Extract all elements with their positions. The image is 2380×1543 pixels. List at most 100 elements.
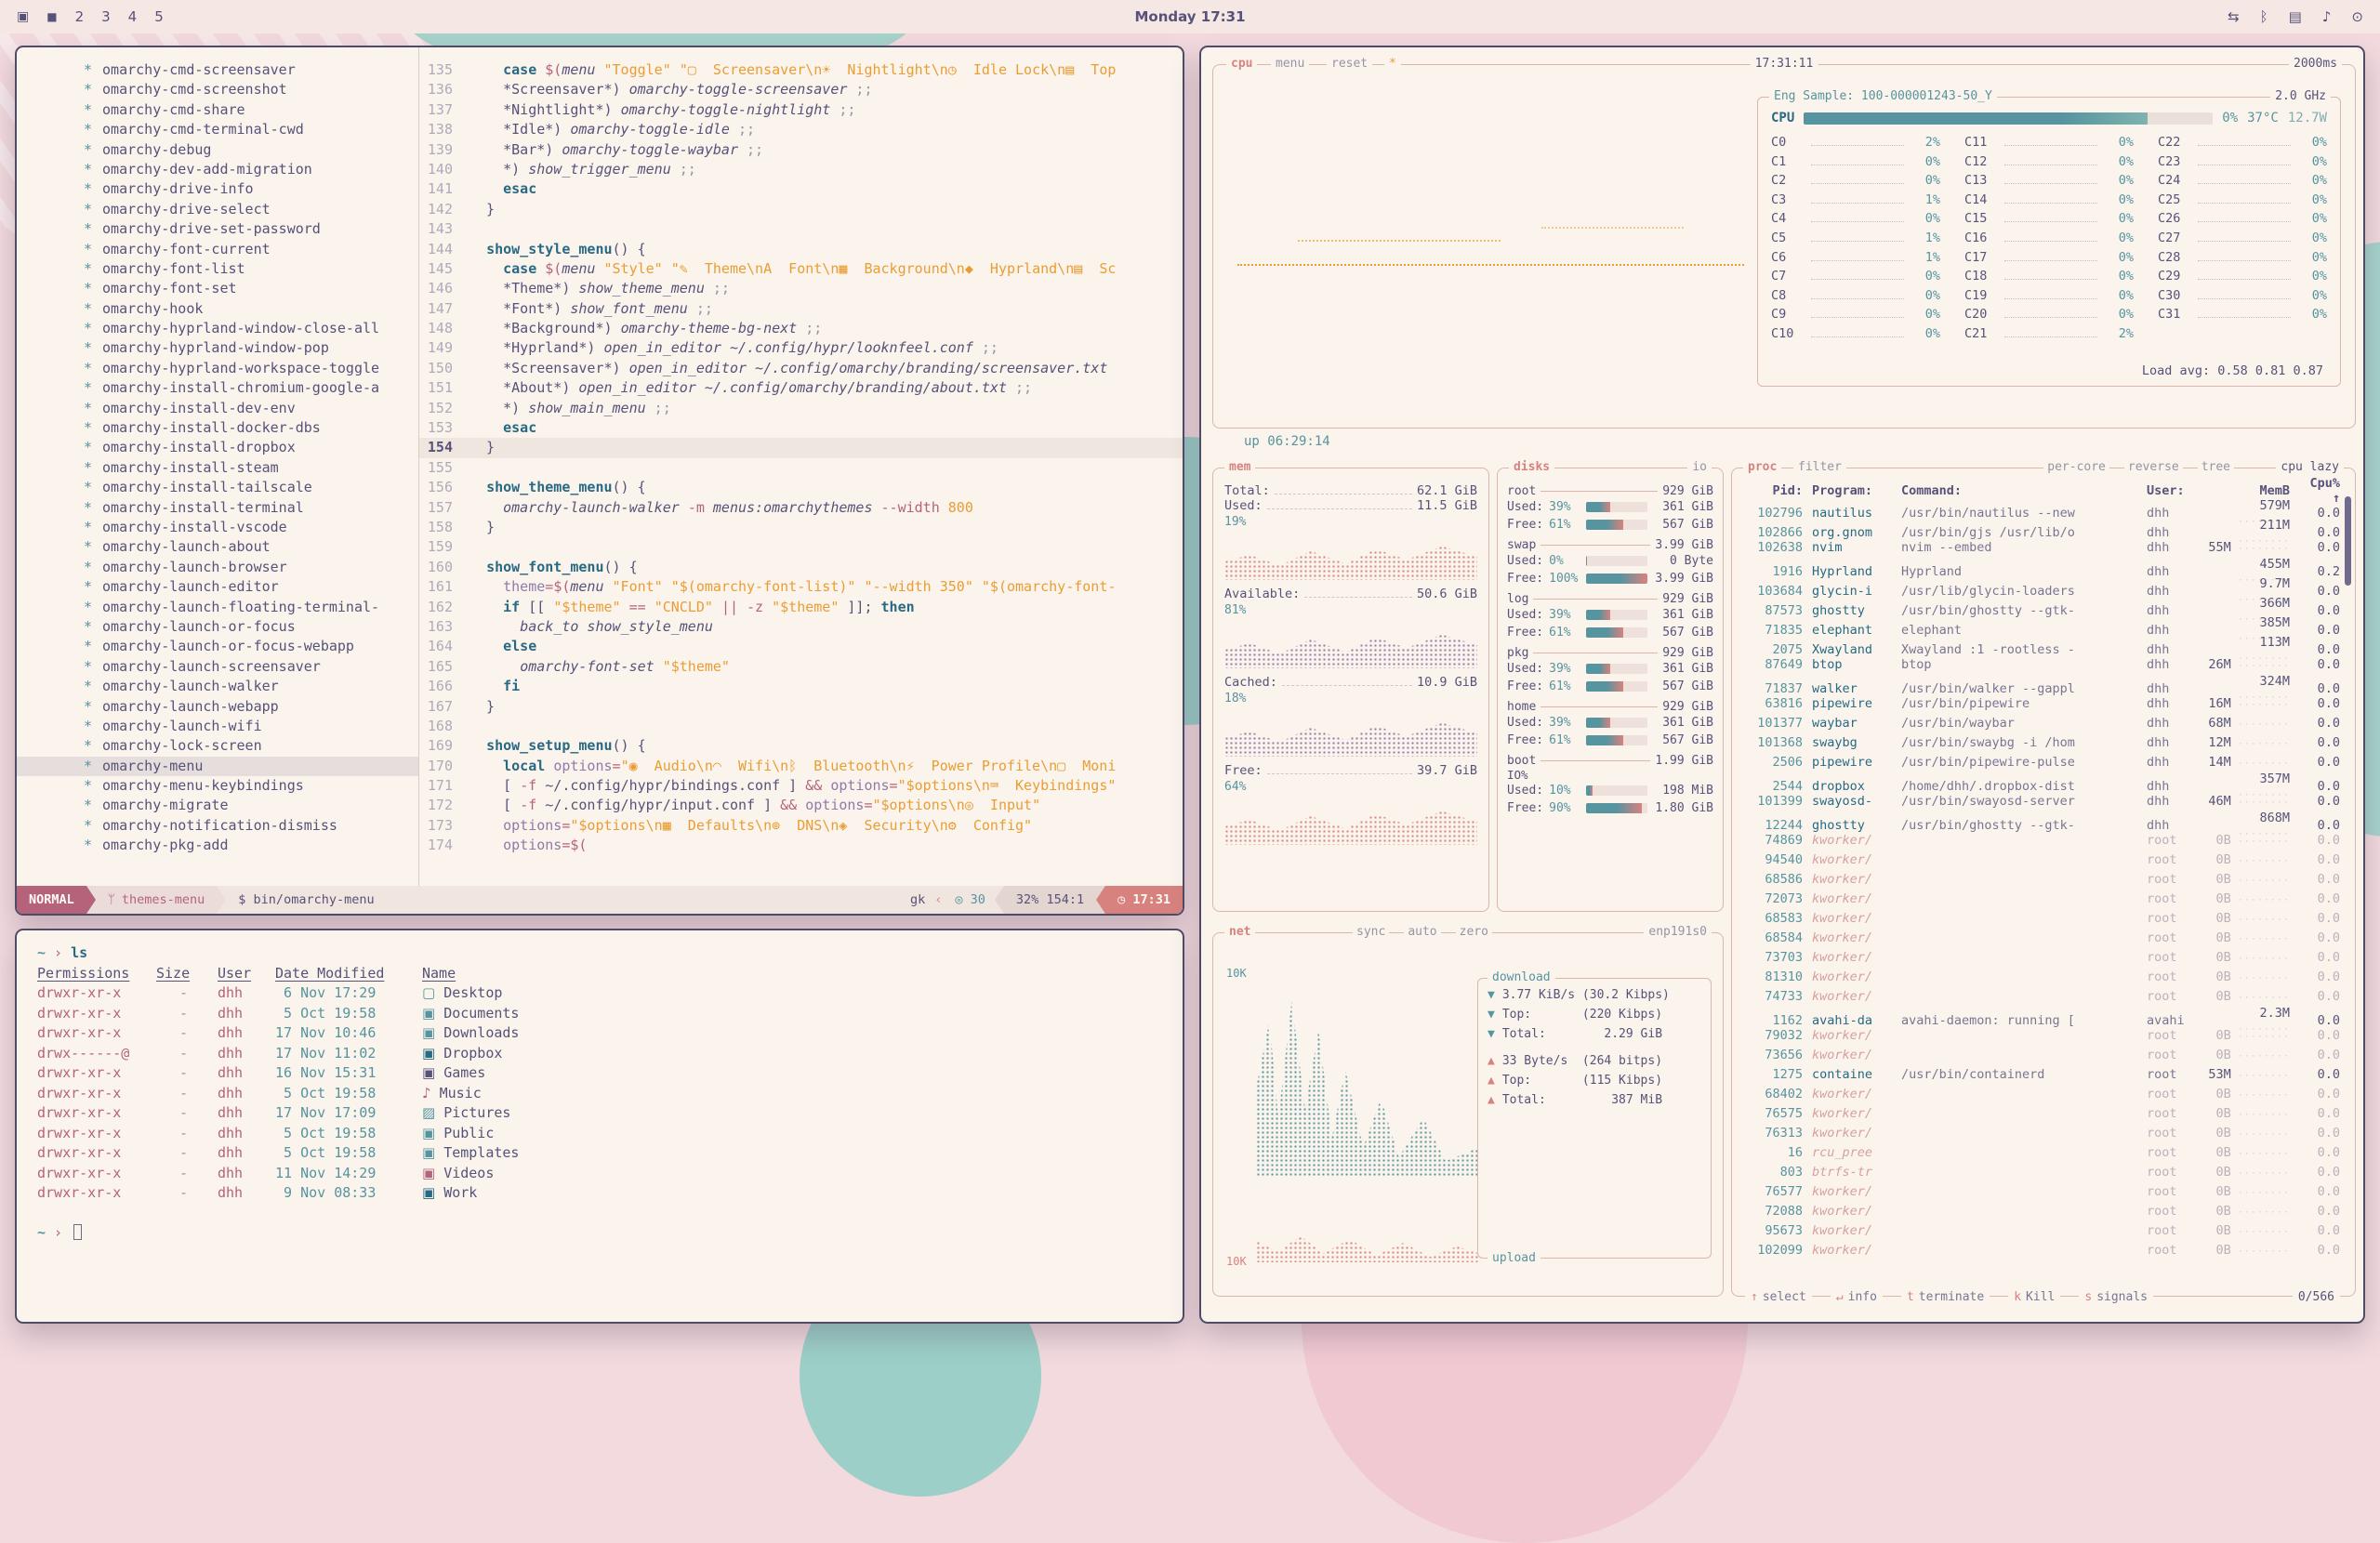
tray-icon[interactable]: ⊙ [2351, 8, 2363, 25]
sidebar-item[interactable]: *omarchy-drive-info [17, 179, 418, 199]
sidebar-item[interactable]: *omarchy-menu-keybindings [17, 776, 418, 796]
code-line[interactable]: 135 case $(menu "Toggle" "▢ Screensaver\… [419, 60, 1183, 80]
cpu-box-title[interactable]: cpu [1226, 57, 1257, 72]
proc-footer-button[interactable]: ↵info [1831, 1290, 1883, 1304]
sidebar-item[interactable]: *omarchy-launch-walker [17, 677, 418, 696]
code-line[interactable]: 171 [ -f ~/.config/hypr/bindings.conf ] … [419, 776, 1183, 796]
proc-option[interactable]: per-core [2043, 460, 2109, 474]
code-line[interactable]: 154 } [419, 438, 1183, 457]
sidebar-item[interactable]: *omarchy-pkg-add [17, 836, 418, 855]
process-row[interactable]: 73656 kworker/ root 0B 0.0 [1743, 1045, 2340, 1064]
workspace-item[interactable]: ■ [46, 10, 57, 23]
disks-box-title[interactable]: disks [1509, 460, 1554, 475]
sidebar-item[interactable]: *omarchy-launch-wifi [17, 717, 418, 736]
workspace-item[interactable]: 3 [101, 8, 111, 25]
code-line[interactable]: 162 if [[ "$theme" == "CNCLD" || -z "$th… [419, 598, 1183, 617]
code-line[interactable]: 138 *Idle*) omarchy-toggle-idle ;; [419, 120, 1183, 139]
sidebar-item[interactable]: *omarchy-menu [17, 757, 418, 776]
filter-button[interactable]: filter [1793, 460, 1846, 475]
process-row[interactable]: 76313 kworker/ root 0B 0.0 [1743, 1123, 2340, 1142]
net-box-title[interactable]: net [1224, 925, 1255, 940]
workspace-item[interactable]: 5 [154, 8, 164, 25]
process-row[interactable]: 68584 kworker/ root 0B 0.0 [1743, 928, 2340, 947]
process-row[interactable]: 72073 kworker/ root 0B 0.0 [1743, 889, 2340, 908]
process-row[interactable]: 1916 Hyprland Hyprland dhh 455M 0.2 [1743, 557, 2340, 576]
proc-option[interactable]: tree [2198, 460, 2234, 474]
process-row[interactable]: 94540 kworker/ root 0B 0.0 [1743, 850, 2340, 869]
prompt-line[interactable]: ~› [37, 1223, 1162, 1244]
process-row[interactable]: 101377 waybar /usr/bin/waybar dhh 68M 0.… [1743, 713, 2340, 732]
sidebar-item[interactable]: *omarchy-font-set [17, 279, 418, 298]
code-line[interactable]: 165 omarchy-font-set "$theme" [419, 657, 1183, 677]
process-row[interactable]: 74869 kworker/ root 0B 0.0 [1743, 830, 2340, 850]
sidebar-item[interactable]: *omarchy-launch-browser [17, 558, 418, 577]
sidebar-item[interactable]: *omarchy-launch-webapp [17, 697, 418, 717]
sidebar-item[interactable]: *omarchy-launch-or-focus-webapp [17, 637, 418, 656]
process-row[interactable]: 2075 Xwayland Xwayland :1 -rootless - dh… [1743, 635, 2340, 654]
process-row[interactable]: 1275 containe /usr/bin/containerd root 5… [1743, 1064, 2340, 1084]
code-line[interactable]: 156 show_theme_menu() { [419, 478, 1183, 497]
code-line[interactable]: 144 show_style_menu() { [419, 240, 1183, 259]
process-row[interactable]: 73703 kworker/ root 0B 0.0 [1743, 947, 2340, 967]
process-row[interactable]: 2506 pipewire /usr/bin/pipewire-pulse dh… [1743, 752, 2340, 772]
sidebar-item[interactable]: *omarchy-cmd-share [17, 100, 418, 120]
sidebar-item[interactable]: *omarchy-migrate [17, 796, 418, 815]
sidebar-item[interactable]: *omarchy-notification-dismiss [17, 816, 418, 836]
code-line[interactable]: 161 theme=$(menu "Font" "$(omarchy-font-… [419, 577, 1183, 597]
code-line[interactable]: 157 omarchy-launch-walker -m menus:omarc… [419, 498, 1183, 518]
code-line[interactable]: 137 *Nightlight*) omarchy-toggle-nightli… [419, 100, 1183, 120]
code-line[interactable]: 145 case $(menu "Style" "✎ Theme\nA Font… [419, 259, 1183, 279]
sidebar-item[interactable]: *omarchy-font-list [17, 259, 418, 279]
code-line[interactable]: 141 esac [419, 179, 1183, 199]
process-row[interactable]: 68402 kworker/ root 0B 0.0 [1743, 1084, 2340, 1103]
process-row[interactable]: 68583 kworker/ root 0B 0.0 [1743, 908, 2340, 928]
proc-scrollbar[interactable] [2345, 496, 2351, 586]
code-line[interactable]: 149 *Hyprland*) open_in_editor ~/.config… [419, 338, 1183, 358]
process-row[interactable]: 76575 kworker/ root 0B 0.0 [1743, 1103, 2340, 1123]
sidebar-item[interactable]: *omarchy-launch-floating-terminal- [17, 598, 418, 617]
update-interval[interactable]: 2000ms [2289, 57, 2342, 72]
sidebar-item[interactable]: *omarchy-install-tailscale [17, 478, 418, 497]
sidebar-item[interactable]: *omarchy-install-chromium-google-a [17, 378, 418, 398]
reset-button[interactable]: reset [1327, 57, 1372, 72]
process-row[interactable]: 102796 nautilus /usr/bin/nautilus --new … [1743, 498, 2340, 518]
process-row[interactable]: 12244 ghostty /usr/bin/ghostty --gtk- dh… [1743, 811, 2340, 830]
process-row[interactable]: 2544 dropbox /home/dhh/.dropbox-dist dhh… [1743, 772, 2340, 791]
code-line[interactable]: 174 options=$( [419, 836, 1183, 855]
process-row[interactable]: 87649 btop btop dhh 26M 0.0 [1743, 654, 2340, 674]
sidebar-item[interactable]: *omarchy-install-docker-dbs [17, 418, 418, 438]
io-toggle[interactable]: io [1687, 460, 1712, 475]
code-line[interactable]: 168 [419, 717, 1183, 736]
sidebar-item[interactable]: *omarchy-install-dropbox [17, 438, 418, 457]
process-row[interactable]: 72088 kworker/ root 0B 0.0 [1743, 1201, 2340, 1220]
proc-footer-button[interactable]: ↑select [1745, 1290, 1812, 1304]
sidebar-item[interactable]: *omarchy-install-steam [17, 458, 418, 478]
proc-sort-mode[interactable]: cpu lazy [2276, 460, 2344, 475]
net-option[interactable]: sync [1353, 925, 1389, 939]
process-row[interactable]: 103684 glycin-i /usr/lib/glycin-loaders … [1743, 576, 2340, 596]
workspace-item[interactable]: ▣ [17, 9, 29, 24]
code-line[interactable]: 164 else [419, 637, 1183, 656]
code-line[interactable]: 155 [419, 458, 1183, 478]
sidebar-item[interactable]: *omarchy-cmd-terminal-cwd [17, 120, 418, 139]
process-row[interactable]: 101368 swaybg /usr/bin/swaybg -i /hom dh… [1743, 732, 2340, 752]
net-option[interactable]: auto [1404, 925, 1440, 939]
process-row[interactable]: 102866 org.gnom /usr/bin/gjs /usr/lib/o … [1743, 518, 2340, 537]
code-line[interactable]: 170 local options="◉ Audio\n◠ Wifi\nᛒ Bl… [419, 757, 1183, 776]
sidebar-item[interactable]: *omarchy-launch-or-focus [17, 617, 418, 637]
tray-icon[interactable]: ♪ [2322, 8, 2332, 25]
code-line[interactable]: 142 } [419, 200, 1183, 219]
process-row[interactable]: 87573 ghostty /usr/bin/ghostty --gtk- dh… [1743, 596, 2340, 615]
sidebar-item[interactable]: *omarchy-install-vscode [17, 518, 418, 537]
process-row[interactable]: 101399 swayosd- /usr/bin/swayosd-server … [1743, 791, 2340, 811]
tray-icon[interactable]: ▤ [2289, 8, 2302, 25]
sidebar-item[interactable]: *omarchy-lock-screen [17, 736, 418, 756]
process-row[interactable]: 16 rcu_pree root 0B 0.0 [1743, 1142, 2340, 1162]
process-row[interactable]: 74733 kworker/ root 0B 0.0 [1743, 986, 2340, 1006]
code-line[interactable]: 151 *About*) open_in_editor ~/.config/om… [419, 378, 1183, 398]
sidebar-item[interactable]: *omarchy-drive-select [17, 200, 418, 219]
sidebar-item[interactable]: *omarchy-dev-add-migration [17, 160, 418, 179]
sidebar-item[interactable]: *omarchy-launch-editor [17, 577, 418, 597]
proc-footer-button[interactable]: kKill [2008, 1290, 2060, 1304]
sidebar-item[interactable]: *omarchy-launch-screensaver [17, 657, 418, 677]
